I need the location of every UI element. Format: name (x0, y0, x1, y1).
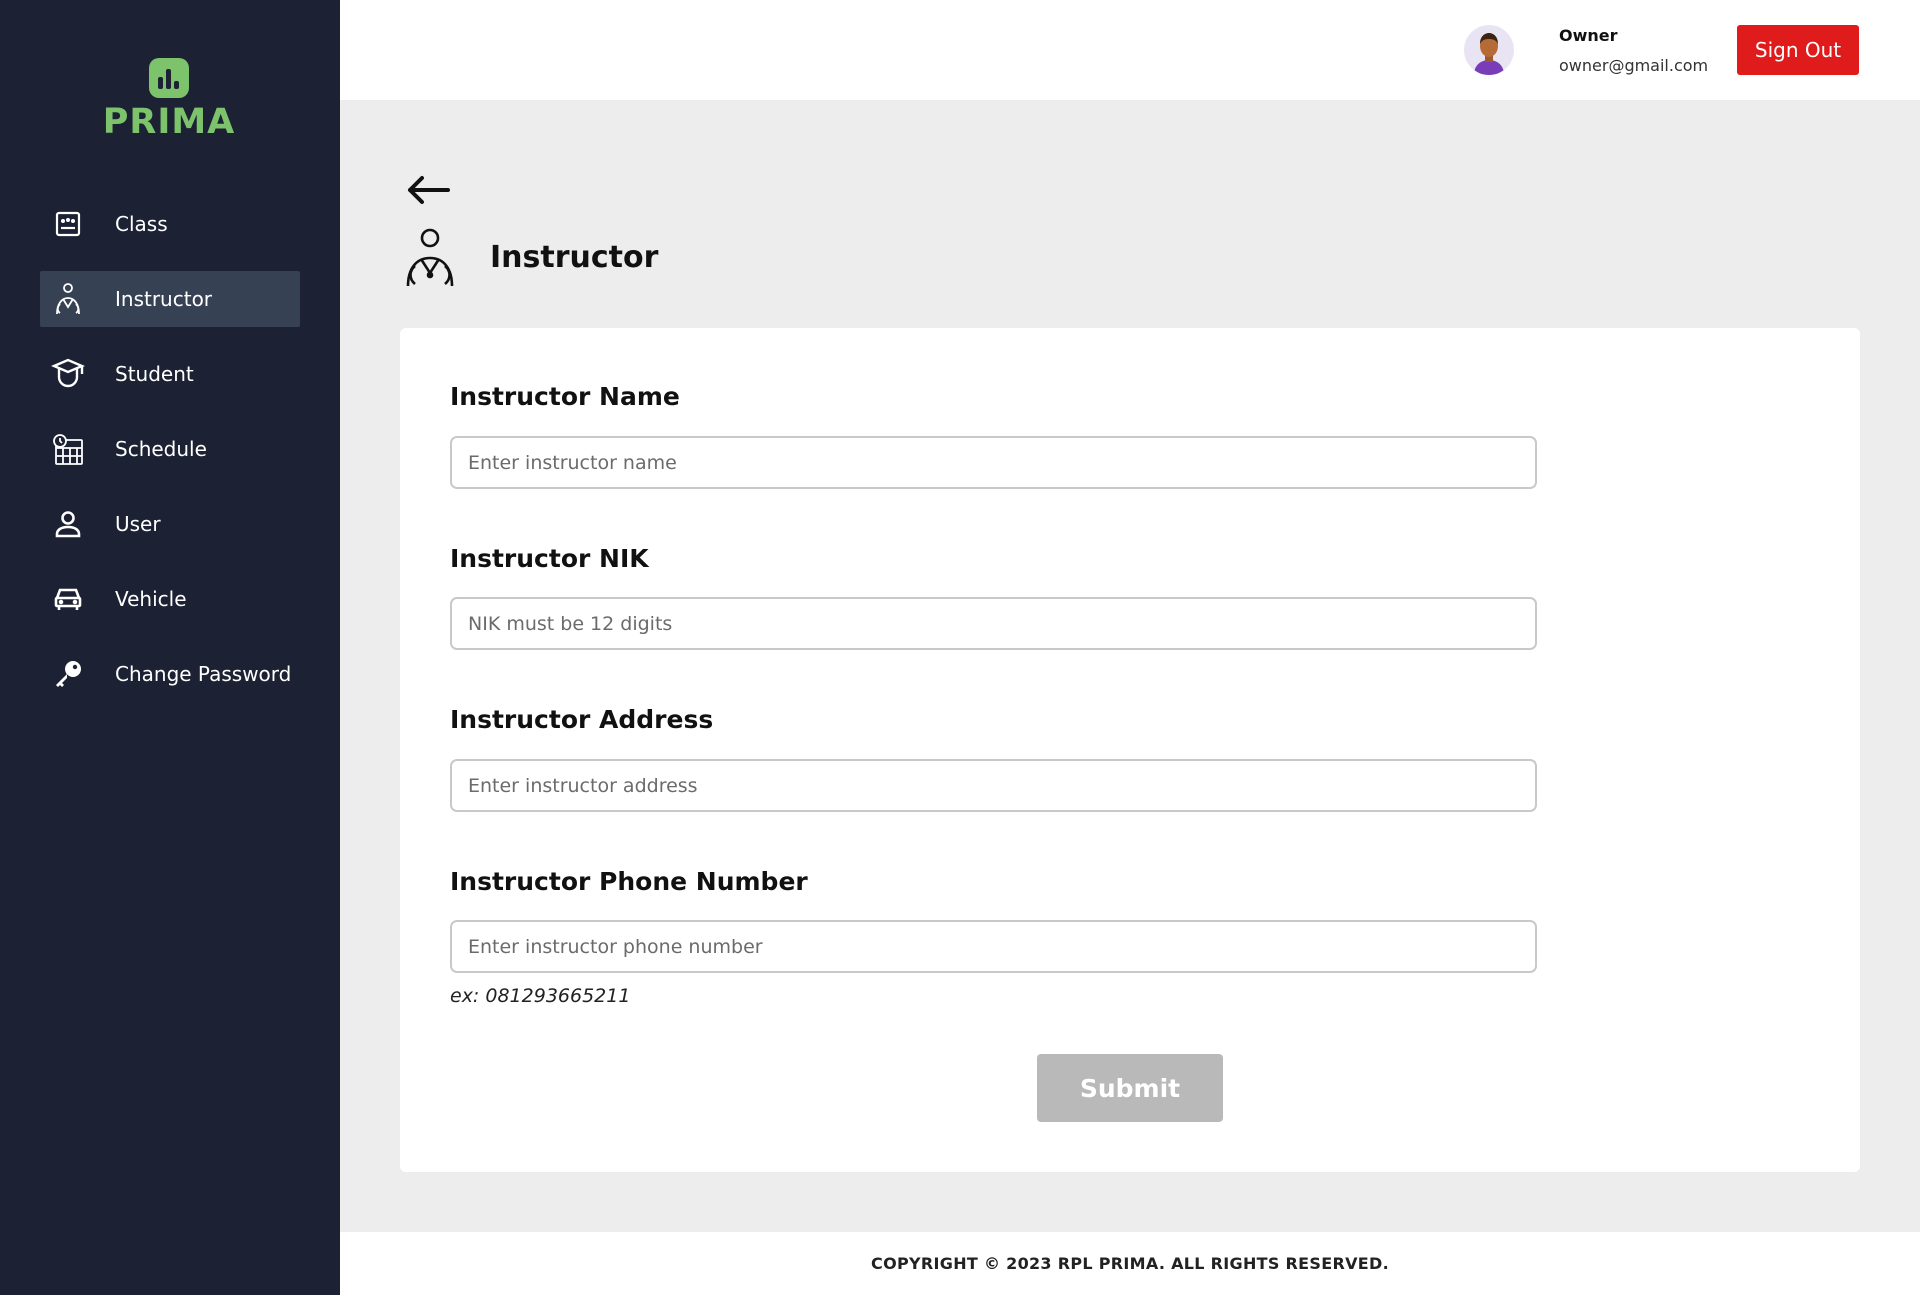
avatar[interactable] (1464, 25, 1514, 75)
submit-button[interactable]: Submit (1037, 1054, 1223, 1122)
sidebar-item-user[interactable]: User (40, 496, 300, 552)
page-title: Instructor (490, 240, 659, 275)
schedule-icon (50, 431, 86, 467)
user-icon (50, 506, 86, 542)
footer: COPYRIGHT © 2023 RPL PRIMA. ALL RIGHTS R… (340, 1232, 1920, 1295)
instructor-icon (402, 228, 458, 288)
sidebar-item-label: Schedule (115, 437, 207, 461)
instructor-nik-input[interactable] (450, 597, 1537, 650)
instructor-name-label: Instructor Name (450, 382, 680, 411)
sidebar-item-student[interactable]: Student (40, 346, 300, 402)
instructor-nik-label: Instructor NIK (450, 544, 649, 573)
sidebar-item-label: Vehicle (115, 587, 187, 611)
brand-name: PRIMA (102, 102, 236, 142)
sidebar-item-label: Class (115, 212, 168, 236)
sidebar-item-label: User (115, 512, 161, 536)
prima-logo[interactable]: PRIMA (96, 58, 242, 142)
sidebar-item-change-password[interactable]: Change Password (40, 646, 300, 702)
instructor-name-input[interactable] (450, 436, 1537, 489)
instructor-address-input[interactable] (450, 759, 1537, 812)
instructor-icon (50, 281, 86, 317)
phone-format-hint: ex: 081293665211 (450, 985, 631, 1007)
logo-chart-icon (149, 58, 189, 98)
user-name: Owner (1559, 26, 1618, 45)
sidebar: PRIMA Class Instructor Student Schedule … (0, 0, 340, 1295)
sidebar-item-instructor[interactable]: Instructor (40, 271, 300, 327)
instructor-phone-input[interactable] (450, 920, 1537, 973)
back-arrow-icon[interactable] (404, 170, 452, 210)
sidebar-item-label: Change Password (115, 662, 292, 686)
sidebar-item-schedule[interactable]: Schedule (40, 421, 300, 477)
vehicle-icon (50, 581, 86, 617)
instructor-address-label: Instructor Address (450, 705, 714, 734)
sidebar-nav: Class Instructor Student Schedule User V… (40, 196, 300, 721)
instructor-phone-label: Instructor Phone Number (450, 867, 808, 896)
user-email: owner@gmail.com (1559, 56, 1709, 75)
sidebar-item-vehicle[interactable]: Vehicle (40, 571, 300, 627)
sign-out-button[interactable]: Sign Out (1737, 25, 1859, 75)
sidebar-item-label: Instructor (115, 287, 213, 311)
key-icon (50, 656, 86, 692)
sidebar-item-label: Student (115, 362, 194, 386)
top-bar: Owner owner@gmail.com Sign Out (340, 0, 1920, 100)
instructor-form-card: Instructor Name Instructor NIK Instructo… (400, 328, 1860, 1172)
sidebar-item-class[interactable]: Class (40, 196, 300, 252)
student-icon (50, 356, 86, 392)
copyright-text: COPYRIGHT © 2023 RPL PRIMA. ALL RIGHTS R… (871, 1254, 1389, 1273)
class-icon (50, 206, 86, 242)
